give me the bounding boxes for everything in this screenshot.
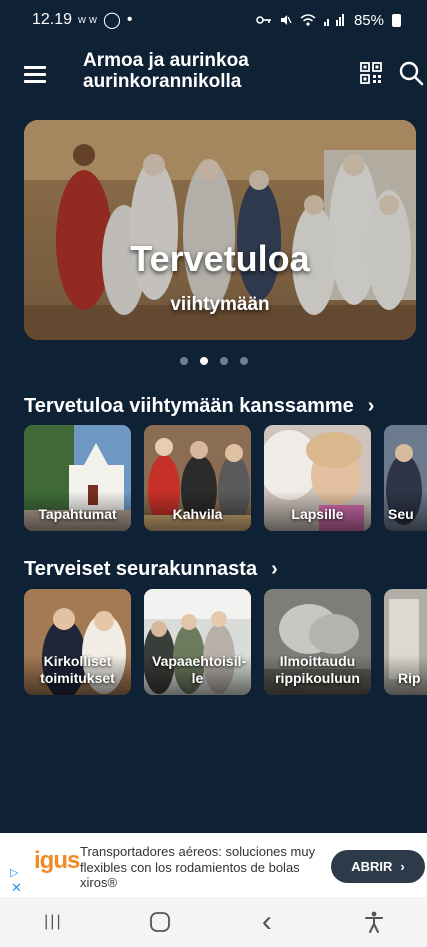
section-heading-greetings[interactable]: Terveiset seurakunnasta › <box>24 558 278 581</box>
battery-icon <box>392 13 401 27</box>
chevron-right-icon: › <box>271 558 278 580</box>
system-nav-bar: ||| ‹ <box>0 897 427 947</box>
status-right: 85% <box>256 12 401 29</box>
home-icon <box>150 912 171 932</box>
status-dot: • <box>126 11 133 28</box>
chevron-right-icon: › <box>367 395 375 417</box>
ad-button-label: ABRIR <box>351 859 393 874</box>
status-left: 12.19 ᴡ ᴡ ◯ • <box>32 10 133 30</box>
card-row-greetings: Kirkolliset toimitukset Vapaaehtoisil-le… <box>24 589 427 695</box>
carousel-dot[interactable] <box>220 357 228 365</box>
status-bar: 12.19 ᴡ ᴡ ◯ • 85% <box>0 0 427 40</box>
hero-carousel[interactable]: Tervetuloa viihtymään <box>24 120 416 340</box>
key-icon <box>256 16 271 24</box>
card-seurakunta[interactable]: Seu <box>384 425 427 531</box>
card-kirkolliset-toimitukset[interactable]: Kirkolliset toimitukset <box>24 589 131 695</box>
wifi-icon <box>300 14 316 26</box>
card-vapaaehtoisille[interactable]: Vapaaehtoisil-le <box>144 589 251 695</box>
card-lapsille[interactable]: Lapsille <box>264 425 371 531</box>
section-heading-welcome[interactable]: Tervetuloa viihtymään kanssamme › <box>24 395 374 418</box>
home-button[interactable] <box>130 902 190 942</box>
recents-icon: ||| <box>44 913 63 930</box>
card-label: Kirkolliset toimitukset <box>40 653 115 686</box>
carousel-dot[interactable] <box>240 357 248 365</box>
hamburger-menu-icon[interactable] <box>24 66 46 84</box>
card-tapahtumat[interactable]: Tapahtumat <box>24 425 131 531</box>
card-row-welcome: Tapahtumat Kahvila Lapsille Seu <box>24 425 427 531</box>
card-ilmoittaudu-rippikouluun[interactable]: Ilmoittaudu rippikouluun <box>264 589 371 695</box>
section-title: Tervetuloa viihtymään kanssamme <box>24 395 354 417</box>
ad-logo: igus <box>34 847 80 874</box>
carousel-dot[interactable] <box>180 357 188 365</box>
battery-percent: 85% <box>353 11 384 29</box>
ad-open-button[interactable]: ABRIR › <box>331 850 425 883</box>
section-title: Terveiset seurakunnasta <box>24 558 258 580</box>
app-title: Armoa ja aurinkoa aurinkorannikolla <box>83 50 249 92</box>
card-label: Vapaaehtoisil-le <box>152 653 247 686</box>
card-label: Lapsille <box>291 506 344 522</box>
hero-subtitle: viihtymään <box>170 294 270 315</box>
app-header: Armoa ja aurinkoa aurinkorannikolla <box>0 44 427 104</box>
recents-button[interactable]: ||| <box>23 902 83 942</box>
search-icon[interactable] <box>398 60 424 86</box>
back-icon: ‹ <box>261 905 272 938</box>
status-time: 12.19 <box>32 11 73 28</box>
accessibility-button[interactable] <box>344 902 404 942</box>
notification-icons: ᴡ ᴡ <box>78 14 97 26</box>
card-label: Ilmoittaudu rippikouluun <box>275 653 360 686</box>
card-kahvila[interactable]: Kahvila <box>144 425 251 531</box>
chevron-right-icon: › <box>400 859 405 874</box>
whatsapp-icon: ◯ <box>103 12 121 29</box>
card-rippikoulu[interactable]: Rip <box>384 589 427 695</box>
hero-title: Tervetuloa <box>130 238 310 279</box>
close-icon[interactable]: ✕ <box>11 880 22 896</box>
signal-icon <box>323 14 344 26</box>
qr-code-icon[interactable] <box>360 62 382 84</box>
ad-text: Transportadores aéreos: soluciones muy f… <box>80 844 316 890</box>
accessibility-icon <box>364 911 383 933</box>
ad-choices-icon[interactable]: ▷ <box>10 866 18 879</box>
carousel-dots <box>180 357 248 365</box>
card-label: Rip <box>398 670 421 686</box>
card-label: Tapahtumat <box>38 506 117 522</box>
ad-banner[interactable]: ▷ ✕ igus Transportadores aéreos: solucio… <box>0 833 427 897</box>
carousel-dot-active[interactable] <box>200 357 208 365</box>
back-button[interactable]: ‹ <box>237 902 297 942</box>
card-label: Kahvila <box>172 506 223 522</box>
mute-icon <box>280 15 292 25</box>
card-label: Seu <box>388 506 414 522</box>
